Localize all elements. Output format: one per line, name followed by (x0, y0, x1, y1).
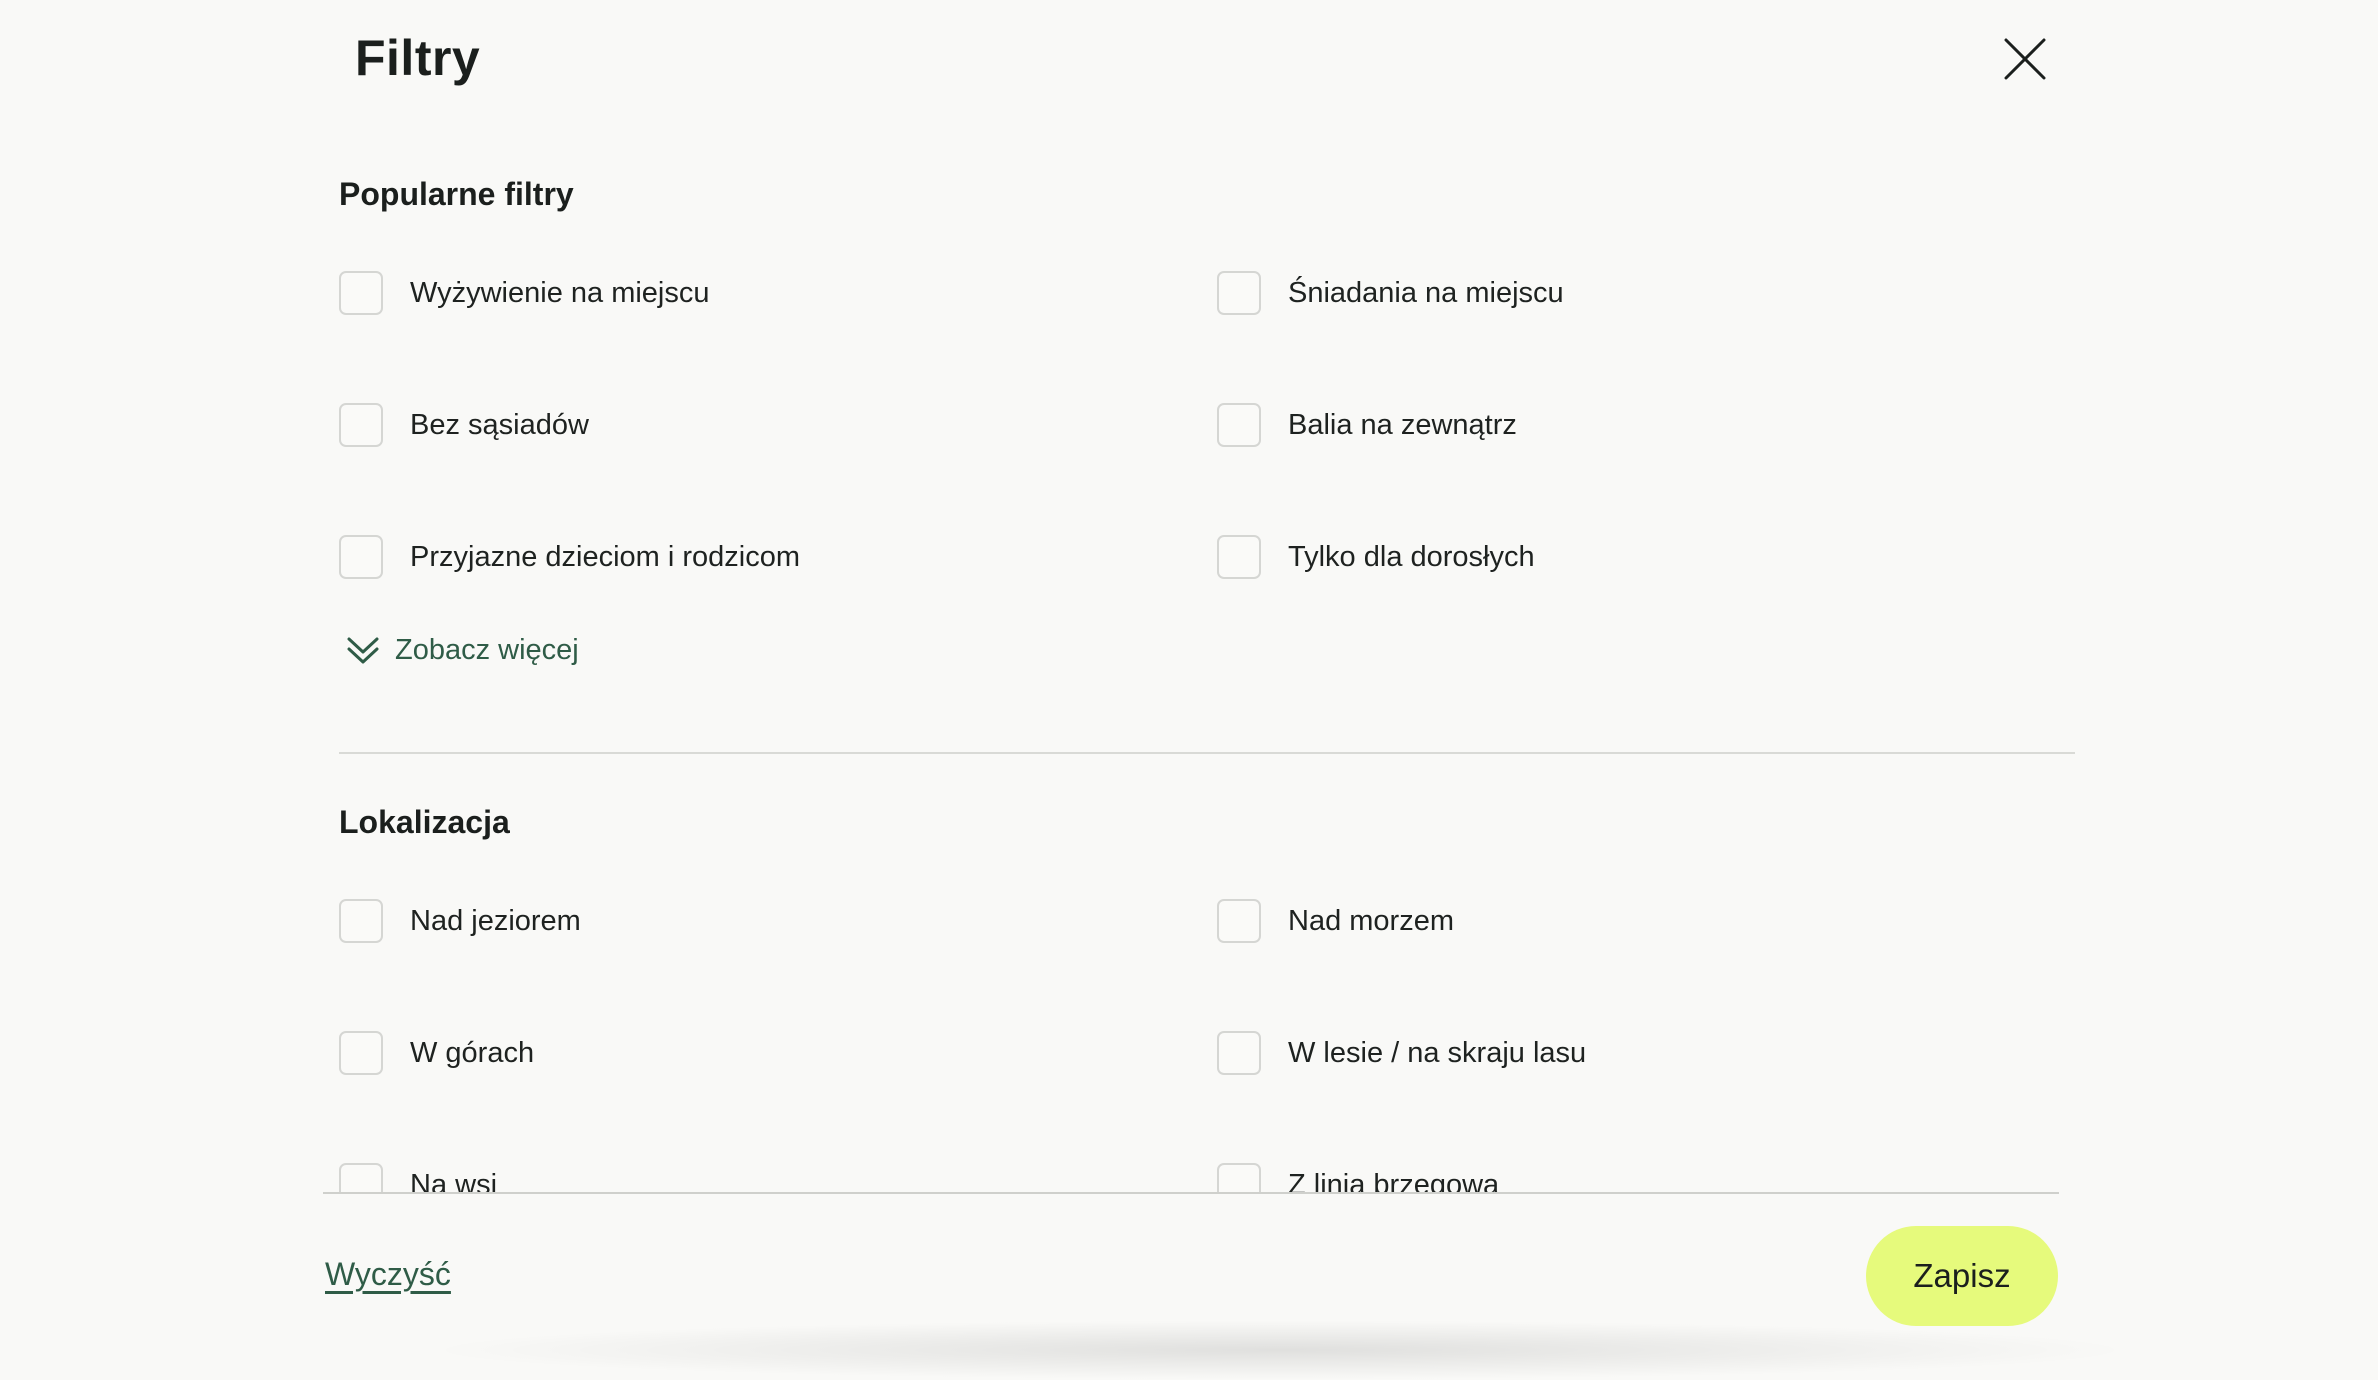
filter-option-mountains[interactable]: W górach (339, 1028, 534, 1078)
filters-scroll-area[interactable]: Filtry Popularne filtry Wyżywienie na mi… (0, 0, 2378, 1192)
footer-divider (323, 1192, 2059, 1194)
filters-modal: Filtry Popularne filtry Wyżywienie na mi… (0, 0, 2378, 1380)
checkbox[interactable] (1217, 271, 1261, 315)
filter-option-breakfast[interactable]: Śniadania na miejscu (1217, 268, 1564, 318)
section-divider (339, 752, 2075, 754)
option-label: Na wsi (410, 1168, 498, 1193)
checkbox[interactable] (1217, 1163, 1261, 1192)
checkbox[interactable] (1217, 1031, 1261, 1075)
option-label: Śniadania na miejscu (1288, 276, 1564, 309)
checkbox[interactable] (1217, 535, 1261, 579)
option-label: Wyżywienie na miejscu (410, 276, 710, 309)
filter-option-no-neighbours[interactable]: Bez sąsiadów (339, 400, 589, 450)
checkbox[interactable] (339, 1163, 383, 1192)
option-label: W górach (410, 1036, 535, 1069)
filter-option-family-friendly[interactable]: Przyjazne dzieciom i rodzicom (339, 532, 800, 582)
clear-button[interactable]: Wyczyść (325, 1256, 451, 1293)
option-label: Nad morzem (1288, 904, 1454, 937)
section-title-location: Lokalizacja (339, 804, 510, 840)
double-chevron-down-icon (347, 637, 379, 663)
filter-option-sea[interactable]: Nad morzem (1217, 896, 1454, 946)
modal-title: Filtry (355, 30, 481, 86)
filter-option-adults-only[interactable]: Tylko dla dorosłych (1217, 532, 1535, 582)
close-button[interactable] (2000, 34, 2050, 84)
option-label: Tylko dla dorosłych (1288, 540, 1535, 573)
option-label: Przyjazne dzieciom i rodzicom (410, 540, 801, 573)
filter-option-countryside[interactable]: Na wsi (339, 1160, 497, 1192)
close-icon (2004, 38, 2046, 80)
option-label: Balia na zewnątrz (1288, 408, 1517, 441)
checkbox[interactable] (339, 271, 383, 315)
checkbox[interactable] (1217, 899, 1261, 943)
filter-option-outdoor-tub[interactable]: Balia na zewnątrz (1217, 400, 1517, 450)
checkbox[interactable] (339, 899, 383, 943)
filter-option-shoreline[interactable]: Z linią brzegową (1217, 1160, 1499, 1192)
filter-option-onsite-meals[interactable]: Wyżywienie na miejscu (339, 268, 710, 318)
checkbox[interactable] (1217, 403, 1261, 447)
section-title-popular: Popularne filtry (339, 176, 574, 212)
checkbox[interactable] (339, 403, 383, 447)
checkbox[interactable] (339, 535, 383, 579)
filter-option-forest[interactable]: W lesie / na skraju lasu (1217, 1028, 1586, 1078)
filter-option-lake[interactable]: Nad jeziorem (339, 896, 581, 946)
option-label: Nad jeziorem (410, 904, 581, 937)
option-label: Bez sąsiadów (410, 408, 589, 441)
see-more-label: Zobacz więcej (395, 634, 579, 666)
save-button[interactable]: Zapisz (1866, 1226, 2058, 1326)
option-label: W lesie / na skraju lasu (1288, 1036, 1587, 1069)
checkbox[interactable] (339, 1031, 383, 1075)
option-label: Z linią brzegową (1288, 1168, 1500, 1193)
see-more-link[interactable]: Zobacz więcej (345, 634, 579, 667)
bottom-shadow (420, 1320, 2140, 1380)
